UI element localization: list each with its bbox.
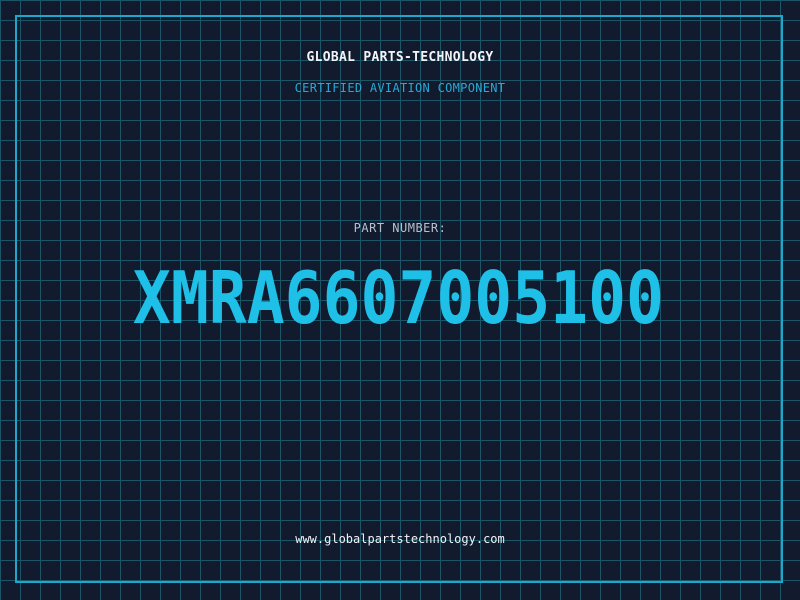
website-url: www.globalpartstechnology.com <box>295 532 505 546</box>
part-number-value: XMRA6607005100 <box>132 256 664 340</box>
certification-tagline: CERTIFIED AVIATION COMPONENT <box>294 81 506 95</box>
part-number-display: XMRA6607005100 <box>78 258 718 338</box>
part-number-label: PART NUMBER: <box>353 221 447 235</box>
company-name: GLOBAL PARTS-TECHNOLOGY <box>306 50 494 65</box>
